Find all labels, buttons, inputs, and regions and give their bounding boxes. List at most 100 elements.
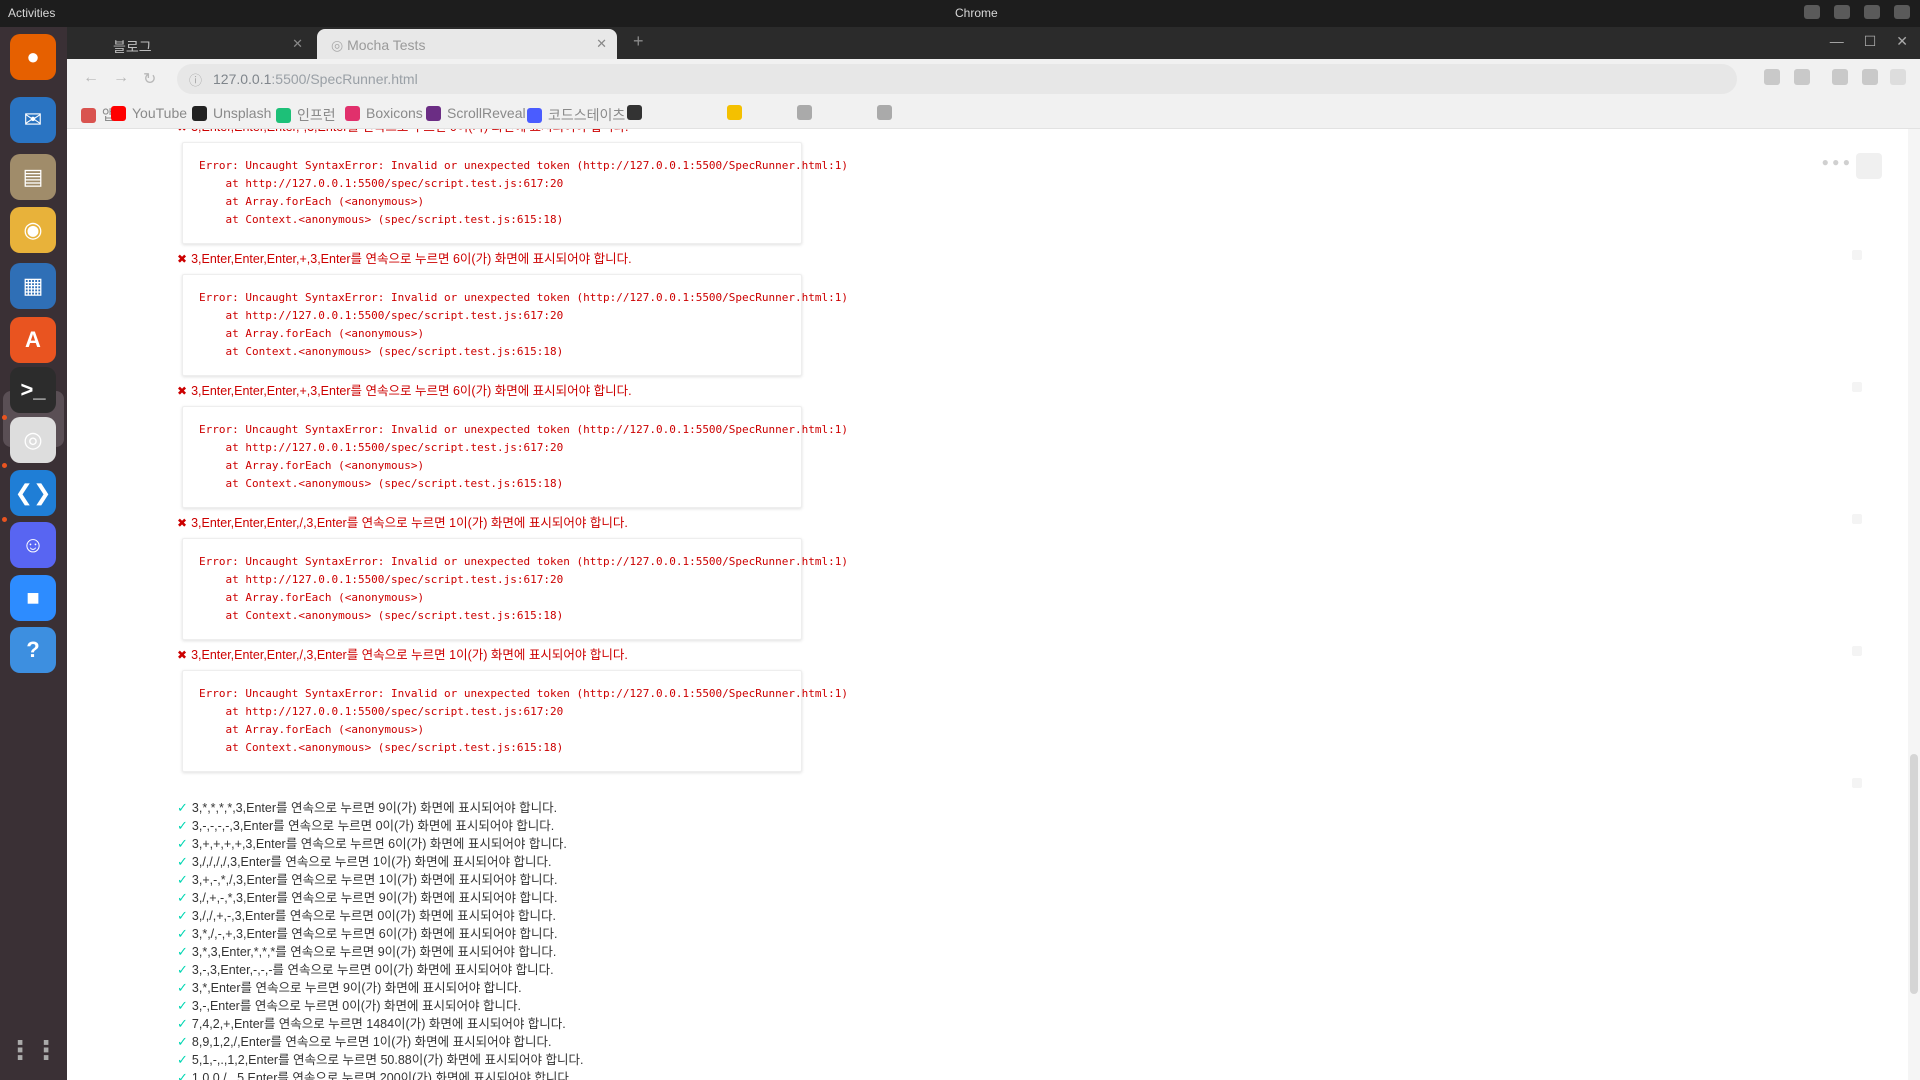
- zoom-icon[interactable]: ■: [10, 575, 56, 621]
- running-indicator: [2, 415, 7, 420]
- discord-icon[interactable]: ☺: [10, 522, 56, 568]
- bookmark-label: YouTube: [132, 105, 188, 121]
- failed-test-title[interactable]: ✖ 3,Enter,Enter,Enter,/,3,Enter를 연속으로 누르면…: [177, 512, 628, 531]
- close-tab-icon[interactable]: ✕: [292, 36, 303, 52]
- passed-test[interactable]: ✓ 3,-,-,-,-,3,Enter를 연속으로 누르면 0이(가) 화면에 표…: [177, 815, 554, 834]
- passed-test[interactable]: ✓ 3,*,Enter를 연속으로 누르면 9이(가) 화면에 표시되어야 합니다…: [177, 977, 522, 996]
- reload-icon[interactable]: ↻: [143, 69, 156, 89]
- activities-button[interactable]: Activities: [8, 6, 55, 20]
- mocha-stats: ● ● ●: [1821, 155, 1850, 169]
- tab-mocha-tests[interactable]: ◎ Mocha Tests ✕: [317, 29, 617, 59]
- error-stack-box: Error: Uncaught SyntaxError: Invalid or …: [182, 406, 848, 508]
- failed-test-title[interactable]: ✖ 3,Enter,Enter,Enter,+,3,Enter를 연속으로 누르면…: [177, 248, 632, 267]
- vscode-icon[interactable]: ❮❯: [10, 470, 56, 516]
- passed-test[interactable]: ✓ 3,-,3,Enter,-,-,-를 연속으로 누르면 0이(가) 화면에 표…: [177, 959, 554, 978]
- bookmark-item[interactable]: 코드스테이츠: [527, 105, 625, 125]
- passed-test[interactable]: ✓ 3,+,-,*,/,3,Enter를 연속으로 누르면 1이(가) 화면에 표…: [177, 869, 557, 888]
- bookmark-item[interactable]: ScrollReveal: [426, 105, 526, 121]
- active-app-label[interactable]: Chrome: [955, 6, 998, 20]
- network-icon[interactable]: [1804, 5, 1820, 19]
- replay-icon[interactable]: [1852, 646, 1862, 656]
- extension-icon[interactable]: [1832, 69, 1848, 85]
- replay-icon[interactable]: [1852, 514, 1862, 524]
- bookmark-favicon-icon: [276, 107, 291, 123]
- writer-icon[interactable]: ▦: [10, 263, 56, 309]
- show-applications-icon[interactable]: ⋮⋮: [7, 1027, 59, 1073]
- url-text[interactable]: 127.0.0.1:5500/SpecRunner.html: [213, 71, 418, 87]
- passed-test[interactable]: ✓ 3,/,+,-,*,3,Enter를 연속으로 누르면 9이(가) 화면에 표…: [177, 887, 557, 906]
- extension-icon[interactable]: [1794, 69, 1810, 85]
- chrome-icon[interactable]: ◎: [10, 417, 56, 463]
- failed-test-title[interactable]: ✖ 3,Enter,Enter,Enter,+,3,Enter를 연속으로 누르면…: [177, 380, 632, 399]
- files-icon[interactable]: ▤: [10, 154, 56, 200]
- passed-test[interactable]: ✓ 5,1,-,.,1,2,Enter를 연속으로 누르면 50.88이(가) 화…: [177, 1049, 583, 1068]
- replay-icon[interactable]: [1852, 382, 1862, 392]
- new-tab-button[interactable]: +: [633, 31, 644, 52]
- forward-icon[interactable]: →: [113, 69, 129, 87]
- thunderbird-icon[interactable]: ✉: [10, 97, 56, 143]
- failed-test-title[interactable]: ✖ 3,Enter,Enter,Enter,-,3,Enter를 연속으로 누르면…: [177, 129, 629, 135]
- rhythmbox-icon[interactable]: ◉: [10, 207, 56, 253]
- bookmark-item[interactable]: 인프런: [276, 105, 336, 125]
- scrollbar-thumb[interactable]: [1910, 754, 1918, 994]
- fail-icon: ✖: [177, 384, 188, 398]
- pass-check-icon: ✓: [177, 836, 188, 851]
- pass-check-icon: ✓: [177, 962, 188, 977]
- bookmark-star-icon[interactable]: [1764, 69, 1780, 85]
- bookmark-item[interactable]: 앱: [81, 105, 115, 125]
- terminal-icon[interactable]: >_: [10, 367, 56, 413]
- firefox-icon[interactable]: ●: [10, 34, 56, 80]
- passed-test-label: 3,-,3,Enter,-,-,-를 연속으로 누르면 0이(가) 화면에 표시…: [191, 963, 554, 977]
- passed-test[interactable]: ✓ 1,0,0,/,.,5,Enter를 연속으로 누르면 200이(가) 화면에…: [177, 1067, 572, 1080]
- replay-icon[interactable]: [1852, 250, 1862, 260]
- bookmark-item[interactable]: [727, 105, 748, 120]
- address-bar[interactable]: ⓘ 127.0.0.1:5500/SpecRunner.html: [177, 64, 1737, 94]
- scrollbar[interactable]: [1908, 129, 1920, 1080]
- bookmark-item[interactable]: YouTube: [111, 105, 187, 121]
- fail-icon: ✖: [177, 252, 188, 266]
- running-indicator: [2, 463, 7, 468]
- tab-label: Mocha Tests: [347, 37, 426, 53]
- close-window-icon[interactable]: ✕: [1896, 33, 1908, 50]
- error-stack-box: Error: Uncaught SyntaxError: Invalid or …: [182, 538, 848, 640]
- back-icon[interactable]: ←: [83, 69, 99, 87]
- maximize-icon[interactable]: ☐: [1864, 33, 1877, 50]
- passed-test[interactable]: ✓ 3,-,Enter를 연속으로 누르면 0이(가) 화면에 표시되어야 합니다…: [177, 995, 521, 1014]
- globe-icon: ◎: [331, 37, 348, 53]
- pass-check-icon: ✓: [177, 1016, 188, 1031]
- bookmark-item[interactable]: Boxicons: [345, 105, 423, 121]
- tab-blog[interactable]: 블로그 ✕: [99, 29, 313, 59]
- passed-test-label: 3,/,/,/,/,3,Enter를 연속으로 누르면 1이(가) 화면에 표시…: [191, 855, 552, 869]
- bookmark-item[interactable]: [627, 105, 648, 120]
- bookmark-item[interactable]: [877, 105, 898, 120]
- app-dock: ● ✉ ▤ ◉ ▦ A >_ ◎ ❮❯ ☺ ■? ⋮⋮: [0, 27, 67, 1080]
- bookmark-item[interactable]: [797, 105, 818, 120]
- battery-icon[interactable]: [1864, 5, 1880, 19]
- passed-test[interactable]: ✓ 3,/,/,/,/,3,Enter를 연속으로 누르면 1이(가) 화면에 표…: [177, 851, 552, 870]
- passed-test[interactable]: ✓ 3,*,3,Enter,*,*,*를 연속으로 누르면 9이(가) 화면에 표…: [177, 941, 556, 960]
- menu-icon[interactable]: [1890, 69, 1906, 85]
- power-icon[interactable]: [1894, 5, 1910, 19]
- help-icon[interactable]: ?: [10, 627, 56, 673]
- passed-test[interactable]: ✓ 7,4,2,+,Enter를 연속으로 누르면 1484이(가) 화면에 표시…: [177, 1013, 566, 1032]
- volume-icon[interactable]: [1834, 5, 1850, 19]
- profile-avatar[interactable]: [1862, 69, 1878, 85]
- close-tab-icon[interactable]: ✕: [596, 36, 607, 52]
- passed-test[interactable]: ✓ 3,/,/,+,-,3,Enter를 연속으로 누르면 0이(가) 화면에 표…: [177, 905, 556, 924]
- passed-test[interactable]: ✓ 3,*,*,*,*,3,Enter를 연속으로 누르면 9이(가) 화면에 표…: [177, 797, 557, 816]
- replay-icon[interactable]: [1852, 778, 1862, 788]
- minimize-icon[interactable]: —: [1830, 33, 1844, 50]
- bookmark-item[interactable]: Unsplash: [192, 105, 271, 121]
- passed-test[interactable]: ✓ 3,*,/,-,+,3,Enter를 연속으로 누르면 6이(가) 화면에 표…: [177, 923, 557, 942]
- site-info-icon[interactable]: ⓘ: [189, 70, 202, 89]
- browser-tab-strip: 블로그 ✕ ◎ Mocha Tests ✕ + — ☐ ✕: [67, 27, 1920, 59]
- passed-test-label: 3,/,+,-,*,3,Enter를 연속으로 누르면 9이(가) 화면에 표시…: [191, 891, 558, 905]
- passed-test[interactable]: ✓ 3,+,+,+,+,3,Enter를 연속으로 누르면 6이(가) 화면에 표…: [177, 833, 567, 852]
- passed-test-label: 8,9,1,2,/,Enter를 연속으로 누르면 1이(가) 화면에 표시되어…: [191, 1035, 552, 1049]
- failed-test-title[interactable]: ✖ 3,Enter,Enter,Enter,/,3,Enter를 연속으로 누르면…: [177, 644, 628, 663]
- system-tray[interactable]: [1804, 5, 1910, 19]
- failed-test-label: 3,Enter,Enter,Enter,+,3,Enter를 연속으로 누르면 …: [191, 252, 632, 266]
- software-center-icon[interactable]: A: [10, 317, 56, 363]
- pass-check-icon: ✓: [177, 944, 188, 959]
- passed-test[interactable]: ✓ 8,9,1,2,/,Enter를 연속으로 누르면 1이(가) 화면에 표시되…: [177, 1031, 552, 1050]
